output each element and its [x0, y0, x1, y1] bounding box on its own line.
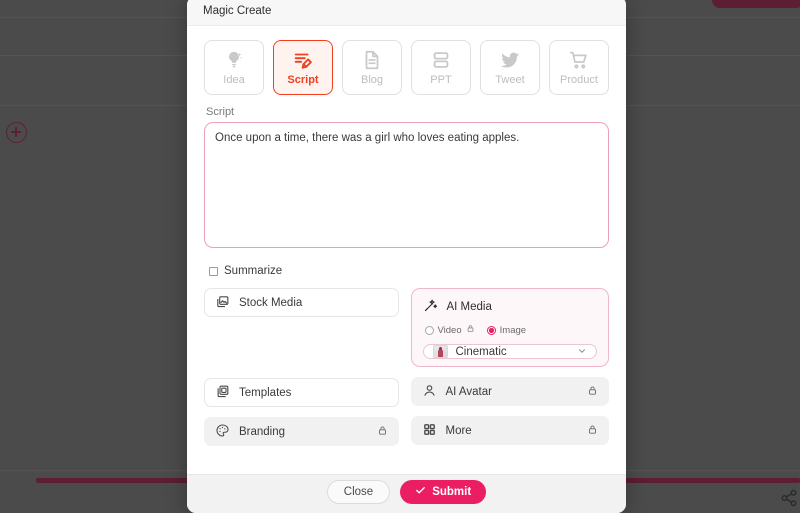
branding-label: Branding: [239, 425, 286, 438]
options-area: Stock Media Templates Branding AI Media …: [204, 288, 609, 446]
lock-icon: [377, 425, 388, 439]
radio-image-label: Image: [499, 324, 527, 336]
content-type-selector: Idea Script Blog PPT Tweet Product: [204, 40, 609, 95]
radio-video-label: Video: [437, 324, 462, 336]
ai-media-panel[interactable]: AI Media Video Image Cinematic: [410, 288, 609, 367]
style-thumbnail: [432, 345, 448, 358]
type-card-idea[interactable]: Idea: [204, 40, 264, 95]
ai-style-value: Cinematic: [455, 345, 507, 358]
shopping-cart-icon: [568, 49, 590, 71]
type-card-product[interactable]: Product: [549, 40, 609, 95]
lightbulb-sparkle-icon: [223, 49, 245, 71]
templates-button[interactable]: Templates: [204, 378, 399, 407]
stack-image-icon: [215, 294, 230, 312]
summarize-checkbox[interactable]: [209, 266, 218, 276]
ai-avatar-label: AI Avatar: [445, 385, 492, 398]
magic-create-dialog: Magic Create Idea Script Blog PPT Tweet …: [187, 0, 626, 513]
options-right-column: AI Media Video Image Cinematic AI Avatar…: [410, 288, 609, 446]
left-column-spacer: [204, 327, 399, 368]
type-card-label: PPT: [430, 74, 452, 86]
document-lines-icon: [361, 49, 383, 71]
stock-media-label: Stock Media: [239, 296, 303, 309]
submit-button[interactable]: Submit: [400, 480, 487, 504]
dialog-footer: Close Submit: [187, 474, 626, 513]
ai-media-header: AI Media: [423, 298, 598, 316]
slides-layout-icon: [430, 49, 452, 71]
radio-image[interactable]: [486, 325, 496, 335]
type-card-label: Product: [560, 74, 598, 86]
twitter-bird-icon: [499, 49, 521, 71]
options-left-column: Stock Media Templates Branding: [204, 288, 399, 446]
script-field-label: Script: [206, 106, 235, 118]
dialog-title: Magic Create: [203, 4, 272, 17]
share-icon[interactable]: [780, 489, 798, 512]
palette-icon: [215, 423, 230, 441]
background-timeline-clip: [712, 0, 800, 8]
magic-wand-icon: [423, 298, 438, 316]
ai-media-title: AI Media: [446, 301, 492, 313]
more-button[interactable]: More: [410, 416, 609, 445]
ai-avatar-button[interactable]: AI Avatar: [410, 377, 609, 406]
chevron-down-icon: [577, 343, 587, 361]
more-label: More: [445, 424, 472, 437]
type-card-blog[interactable]: Blog: [342, 40, 402, 95]
ai-media-mode-group: Video Image: [424, 324, 598, 336]
ai-media-mode-image[interactable]: Image: [486, 324, 527, 336]
grid-four-icon: [422, 422, 437, 440]
script-pencil-icon: [292, 49, 314, 71]
dialog-header: Magic Create: [187, 0, 626, 26]
dialog-body: Idea Script Blog PPT Tweet Product Scrip…: [187, 26, 626, 474]
submit-label: Submit: [432, 486, 472, 498]
lock-icon: [587, 424, 598, 438]
type-card-script[interactable]: Script: [273, 40, 333, 95]
type-card-tweet[interactable]: Tweet: [480, 40, 540, 95]
summarize-label: Summarize: [224, 265, 283, 277]
lock-icon: [587, 385, 598, 399]
type-card-label: Script: [287, 74, 319, 86]
check-icon: [415, 485, 426, 499]
ai-style-dropdown[interactable]: Cinematic: [422, 343, 597, 361]
templates-icon: [215, 384, 230, 402]
radio-video[interactable]: [424, 325, 434, 335]
type-card-label: Idea: [223, 74, 245, 86]
ai-media-mode-video[interactable]: Video: [424, 324, 475, 336]
branding-button[interactable]: Branding: [204, 417, 399, 446]
type-card-ppt[interactable]: PPT: [411, 40, 471, 95]
type-card-label: Tweet: [495, 74, 525, 86]
close-button[interactable]: Close: [326, 480, 391, 504]
type-card-label: Blog: [360, 74, 384, 86]
templates-label: Templates: [239, 386, 292, 399]
plus-circle-icon[interactable]: [6, 122, 27, 143]
person-icon: [422, 383, 437, 401]
stock-media-button[interactable]: Stock Media: [204, 288, 399, 317]
script-input[interactable]: [204, 122, 609, 248]
lock-icon: [466, 324, 475, 336]
summarize-row[interactable]: Summarize: [209, 265, 609, 277]
